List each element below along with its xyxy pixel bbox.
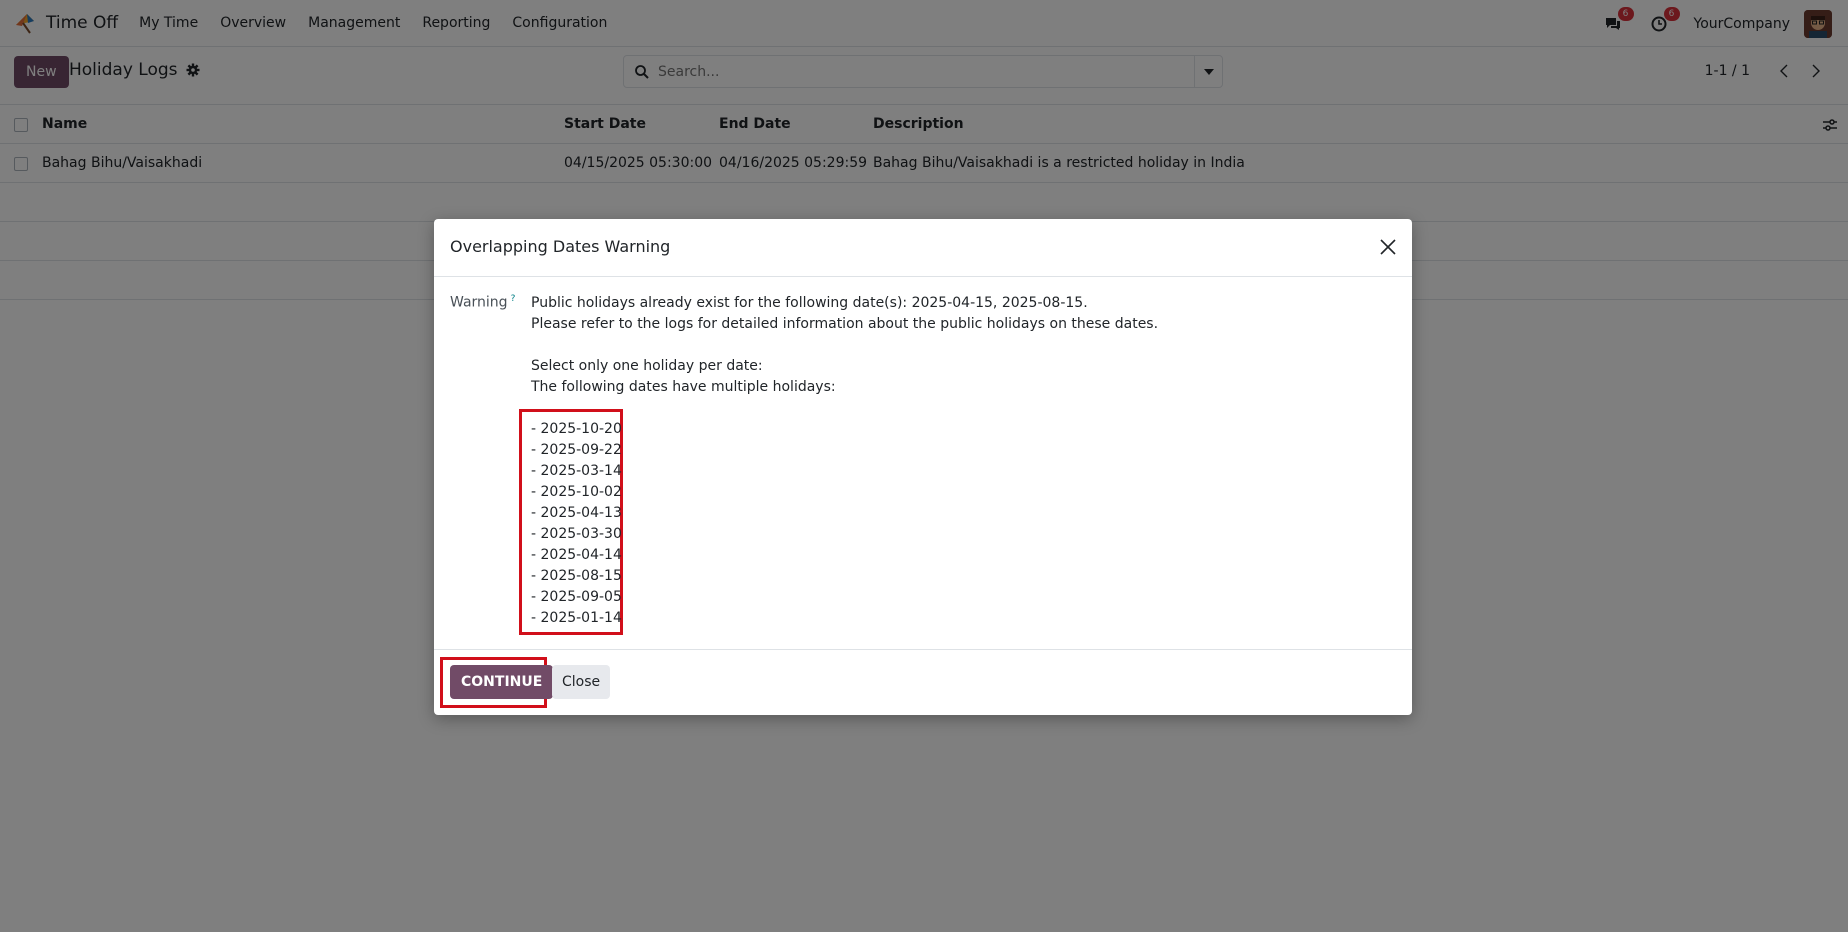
modal-title: Overlapping Dates Warning bbox=[450, 237, 671, 256]
multiple-holiday-dates-list: - 2025-10-20 - 2025-09-22 - 2025-03-14 -… bbox=[531, 419, 622, 629]
warning-line: Public holidays already exist for the fo… bbox=[531, 295, 1088, 311]
warning-line: The following dates have multiple holida… bbox=[531, 379, 836, 395]
continue-button[interactable]: CONTINUE bbox=[450, 665, 554, 699]
modal-body: Warning? Public holidays already exist f… bbox=[434, 277, 1412, 649]
warning-label-text: Warning bbox=[450, 294, 508, 311]
warning-line bbox=[531, 335, 1158, 356]
close-icon[interactable] bbox=[1378, 237, 1398, 257]
overlapping-dates-dialog: Overlapping Dates Warning Warning? Publi… bbox=[434, 219, 1412, 715]
modal-footer: CONTINUE Close bbox=[434, 649, 1412, 715]
date-item: - 2025-04-13 bbox=[531, 505, 622, 521]
date-item: - 2025-09-05 bbox=[531, 589, 622, 605]
date-item: - 2025-03-14 bbox=[531, 463, 622, 479]
date-item: - 2025-01-14 bbox=[531, 610, 622, 626]
date-item: - 2025-03-30 bbox=[531, 526, 622, 542]
date-item: - 2025-10-20 bbox=[531, 421, 622, 437]
warning-line: Select only one holiday per date: bbox=[531, 358, 763, 374]
date-item: - 2025-09-22 bbox=[531, 442, 622, 458]
modal-header: Overlapping Dates Warning bbox=[434, 219, 1412, 277]
date-item: - 2025-04-14 bbox=[531, 547, 622, 563]
warning-line: Please refer to the logs for detailed in… bbox=[531, 316, 1159, 332]
warning-message: Public holidays already exist for the fo… bbox=[531, 293, 1158, 398]
close-button[interactable]: Close bbox=[552, 665, 611, 699]
help-icon[interactable]: ? bbox=[511, 294, 516, 304]
date-item: - 2025-10-02 bbox=[531, 484, 622, 500]
date-item: - 2025-08-15 bbox=[531, 568, 622, 584]
warning-field-label: Warning? bbox=[450, 294, 515, 311]
